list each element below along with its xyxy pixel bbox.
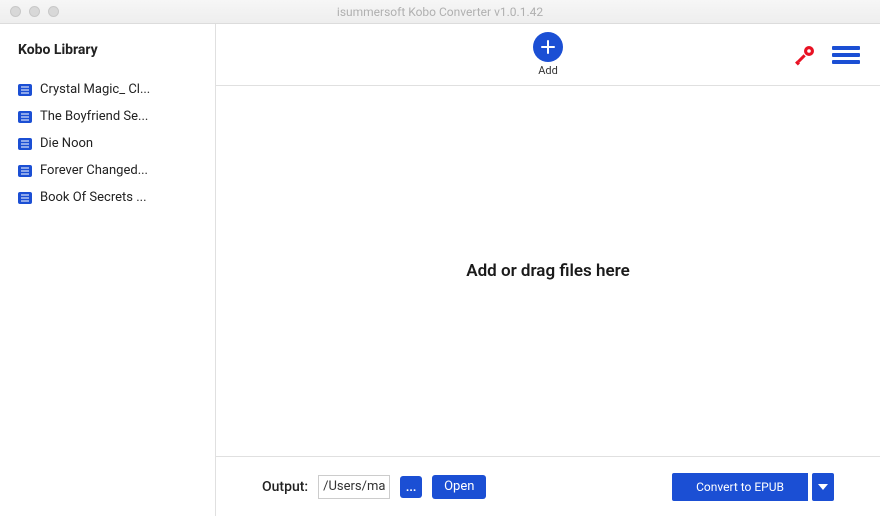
convert-button[interactable]: Convert to EPUB: [672, 473, 808, 501]
add-button[interactable]: Add: [533, 32, 563, 77]
sidebar: Kobo Library Crystal Magic_ Cl... The Bo…: [0, 24, 216, 516]
sidebar-title: Kobo Library: [0, 42, 215, 76]
book-icon: [18, 84, 32, 96]
open-button[interactable]: Open: [432, 475, 486, 499]
convert-format-dropdown[interactable]: [812, 473, 834, 501]
main-panel: Add Add or drag files here Output: ... O…: [216, 24, 880, 516]
book-icon: [18, 111, 32, 123]
browse-button[interactable]: ...: [400, 476, 422, 498]
convert-group: Convert to EPUB: [672, 473, 834, 501]
traffic-lights: [0, 6, 59, 17]
book-label: Crystal Magic_ Cl...: [40, 82, 150, 97]
drop-zone[interactable]: Add or drag files here: [216, 86, 880, 456]
chevron-down-icon: [818, 484, 828, 490]
traffic-light-close[interactable]: [10, 6, 21, 17]
book-label: Book Of Secrets ...: [40, 190, 147, 205]
book-label: Forever Changed...: [40, 163, 148, 178]
list-item[interactable]: Forever Changed...: [0, 157, 215, 184]
bottom-bar: Output: ... Open Convert to EPUB: [216, 456, 880, 516]
output-label: Output:: [262, 479, 308, 495]
book-icon: [18, 138, 32, 150]
book-label: The Boyfriend Se...: [40, 109, 148, 124]
add-label: Add: [538, 64, 558, 77]
list-item[interactable]: Die Noon: [0, 130, 215, 157]
traffic-light-minimize[interactable]: [29, 6, 40, 17]
hamburger-menu-icon[interactable]: [832, 44, 860, 66]
window-title: isummersoft Kobo Converter v1.0.1.42: [0, 5, 880, 19]
window-titlebar: isummersoft Kobo Converter v1.0.1.42: [0, 0, 880, 24]
list-item[interactable]: Crystal Magic_ Cl...: [0, 76, 215, 103]
book-icon: [18, 165, 32, 177]
plus-icon: [533, 32, 563, 62]
output-path-input[interactable]: [318, 475, 390, 499]
toolbar: Add: [216, 24, 880, 86]
drop-zone-text: Add or drag files here: [466, 261, 630, 281]
list-item[interactable]: The Boyfriend Se...: [0, 103, 215, 130]
traffic-light-zoom[interactable]: [48, 6, 59, 17]
book-label: Die Noon: [40, 136, 93, 151]
key-icon[interactable]: [794, 44, 816, 66]
list-item[interactable]: Book Of Secrets ...: [0, 184, 215, 211]
book-icon: [18, 192, 32, 204]
